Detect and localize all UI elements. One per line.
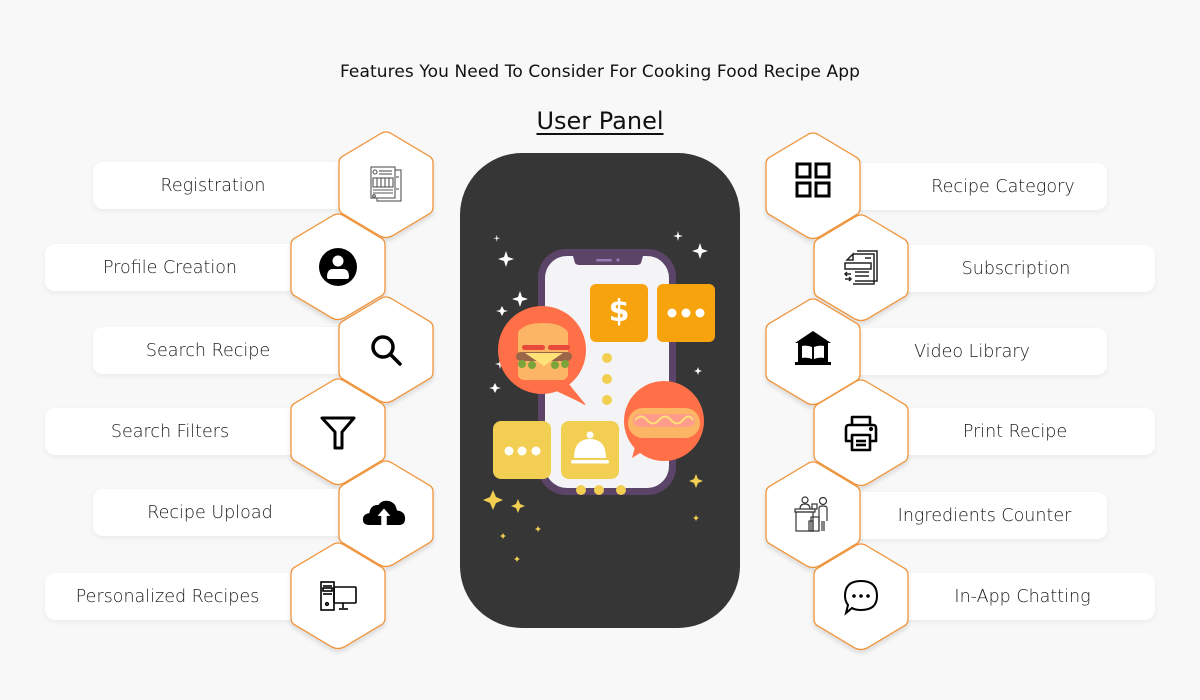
recipe-app-illustration: $	[483, 231, 715, 562]
dollar-symbol: $	[609, 294, 630, 329]
registration-form-icon	[366, 165, 406, 205]
grid-category-icon	[793, 160, 833, 200]
feature-label: Video Library	[914, 341, 1030, 362]
chat-bubble-icon	[841, 577, 881, 617]
section-title-text: User Panel	[536, 107, 664, 135]
feature-label: Search Filters	[110, 421, 230, 442]
counter-desk-icon	[793, 495, 833, 535]
feature-label: Search Recipe	[145, 340, 271, 361]
feature-label: Print Recipe	[962, 421, 1068, 442]
filter-funnel-icon	[318, 412, 358, 452]
feature-label: Recipe Upload	[147, 502, 273, 523]
hex-badge-in-app-chatting	[813, 543, 909, 651]
desktop-computer-icon	[318, 576, 358, 616]
feature-label: Recipe Category	[931, 176, 1075, 197]
cloud-upload-icon	[362, 494, 406, 534]
burger-bubble	[498, 306, 586, 406]
feature-label: In-App Chatting	[954, 586, 1091, 607]
search-icon	[366, 330, 406, 370]
subscription-document-icon	[841, 248, 881, 288]
library-building-icon	[793, 328, 833, 368]
section-title: User Panel	[0, 107, 1200, 135]
feature-label: Personalized Recipes	[75, 586, 260, 607]
page-title: Features You Need To Consider For Cookin…	[339, 62, 861, 82]
user-profile-icon	[318, 247, 358, 287]
feature-label: Subscription	[961, 258, 1071, 279]
feature-label: Profile Creation	[102, 257, 238, 278]
hotdog-bubble	[624, 381, 704, 461]
printer-icon	[841, 413, 881, 453]
feature-label: Registration	[160, 175, 266, 196]
hex-badge-personalized-recipes	[290, 542, 386, 650]
feature-label: Ingredients Counter	[897, 505, 1072, 526]
